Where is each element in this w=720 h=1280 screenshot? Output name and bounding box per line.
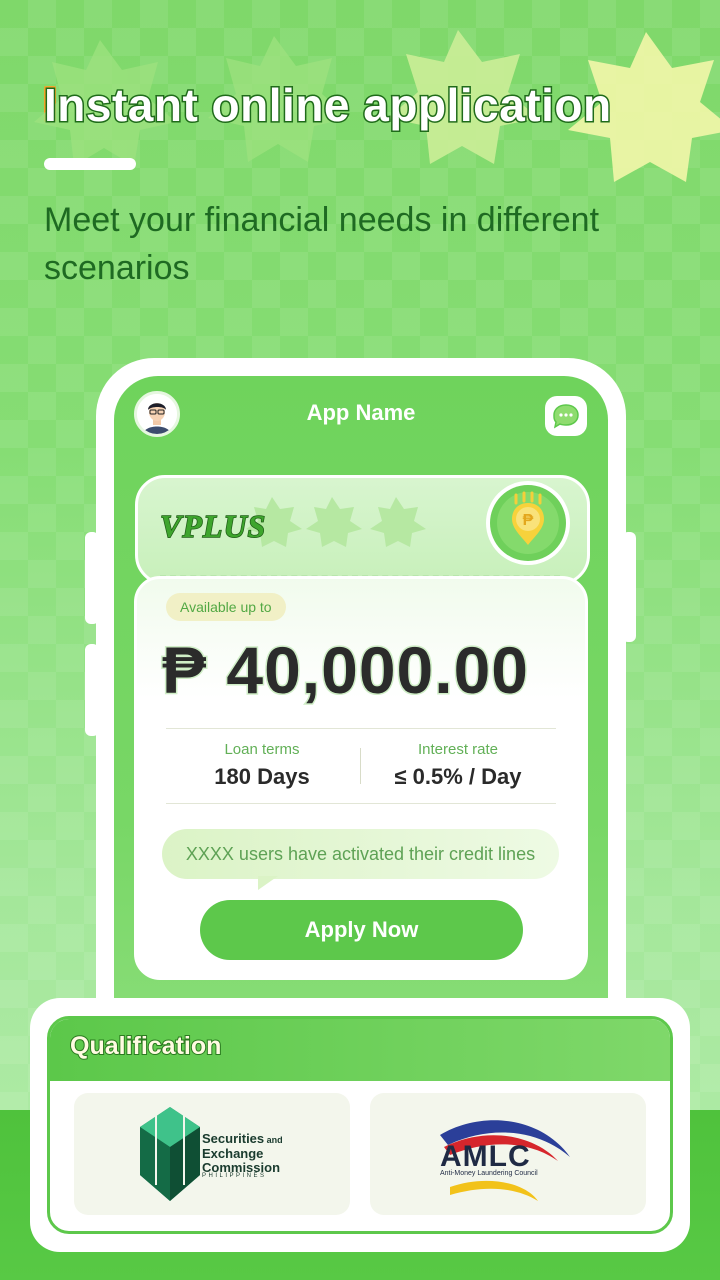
- loan-amount: ₱ 40,000.00: [161, 632, 530, 709]
- interest-rate-value: ≤ 0.5% / Day: [394, 764, 522, 789]
- divider: [166, 728, 556, 729]
- sec-country: PHILIPPINES: [202, 1173, 267, 1179]
- available-label: Available up to: [166, 593, 286, 621]
- interest-rate-label: Interest rate: [417, 741, 499, 758]
- chat-bubble-icon: [553, 404, 579, 429]
- amlc-name: AMLC: [440, 1140, 531, 1173]
- apply-now-button[interactable]: Apply Now: [200, 900, 523, 960]
- sec-logo-icon: [140, 1107, 200, 1201]
- peso-pin-icon: ₱: [490, 485, 566, 561]
- brand-name: VPLUS: [159, 507, 267, 545]
- chat-button[interactable]: [545, 396, 587, 436]
- subheadline: Meet your financial needs in different s…: [44, 201, 600, 287]
- peso-symbol: ₱: [523, 512, 534, 529]
- headline-rest: nstant online application: [56, 78, 613, 133]
- qualification-title: Qualification: [69, 1031, 222, 1061]
- loan-terms-label: Loan terms: [224, 741, 300, 758]
- users-activated-note: XXXX users have activated their credit l…: [162, 829, 559, 879]
- divider-vertical: [360, 748, 361, 784]
- headline-first-letter: I: [42, 78, 58, 133]
- avatar-icon: [137, 394, 177, 434]
- amlc-full-name: Anti-Money Laundering Council: [440, 1170, 538, 1177]
- loan-terms-value: 180 Days: [214, 764, 310, 789]
- divider: [166, 803, 556, 804]
- headline: Instant online application: [42, 78, 684, 133]
- app-title: App Name: [306, 400, 416, 425]
- sec-name: Securities and Exchange Commission: [202, 1131, 283, 1175]
- peso-coin-badge: ₱: [486, 481, 570, 565]
- headline-underline: [44, 158, 136, 170]
- user-avatar[interactable]: [134, 391, 180, 437]
- bubble-tail: [258, 876, 278, 890]
- decorative-stars: [246, 497, 426, 547]
